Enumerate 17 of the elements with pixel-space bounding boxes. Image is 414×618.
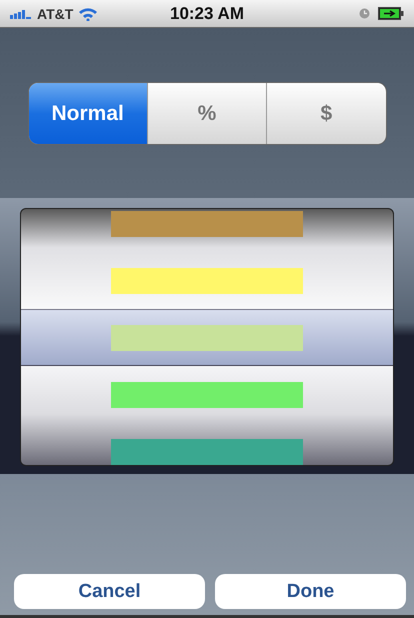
segment-tab[interactable]: $ — [266, 83, 386, 144]
color-swatch[interactable] — [111, 324, 303, 350]
color-swatch[interactable] — [111, 438, 303, 464]
picker-wheel[interactable] — [20, 208, 394, 466]
battery-icon — [378, 7, 404, 20]
status-time: 10:23 AM — [170, 4, 244, 24]
done-button[interactable]: Done — [215, 574, 406, 609]
clock-icon — [358, 8, 370, 19]
color-swatch[interactable] — [111, 210, 303, 236]
selection-bar[interactable] — [21, 309, 393, 366]
signal-icon — [10, 8, 32, 18]
cancel-button[interactable]: Cancel — [14, 574, 205, 609]
segment-tab[interactable]: Normal — [28, 83, 147, 144]
color-swatch[interactable] — [111, 268, 303, 294]
wifi-icon — [78, 6, 98, 20]
carrier-label: AT&T — [37, 6, 74, 22]
color-swatch[interactable] — [111, 382, 303, 408]
